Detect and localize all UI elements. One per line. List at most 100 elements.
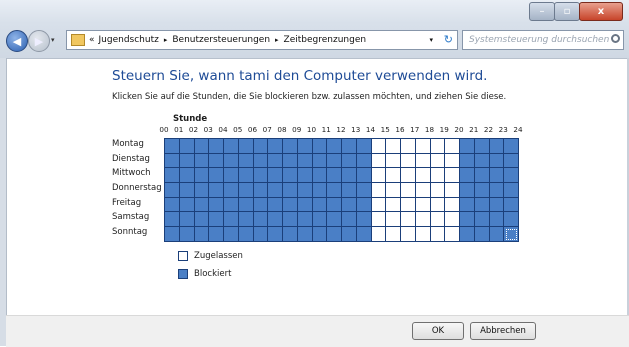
hour-cell[interactable]	[371, 139, 387, 154]
hour-cell[interactable]	[209, 168, 224, 184]
hour-cell[interactable]	[224, 168, 239, 184]
hour-cell[interactable]	[327, 227, 342, 242]
minimize-button[interactable]: –	[529, 2, 555, 21]
hour-cell[interactable]	[312, 139, 328, 154]
hour-cell[interactable]	[371, 212, 387, 228]
hour-cell[interactable]	[445, 227, 460, 242]
hour-cell[interactable]	[474, 168, 490, 184]
hour-cell[interactable]	[238, 153, 254, 169]
hour-cell[interactable]	[504, 168, 519, 184]
hour-cell[interactable]	[460, 183, 475, 198]
hour-cell[interactable]	[430, 153, 446, 169]
hour-cell[interactable]	[268, 139, 283, 154]
hour-cell[interactable]	[489, 168, 505, 184]
hour-cell[interactable]	[297, 212, 313, 228]
hour-cell[interactable]	[371, 227, 387, 242]
hour-cell[interactable]	[327, 153, 342, 169]
hour-cell[interactable]	[430, 227, 446, 242]
address-dropdown-icon[interactable]: ▾	[429, 36, 433, 44]
hour-cell[interactable]	[342, 197, 357, 213]
hour-cell[interactable]	[238, 183, 254, 198]
hour-cell[interactable]	[312, 168, 328, 184]
hour-cell[interactable]	[504, 212, 519, 228]
hour-cell[interactable]	[179, 168, 195, 184]
hour-cell[interactable]	[209, 139, 224, 154]
time-grid[interactable]	[164, 138, 519, 242]
hour-cell[interactable]	[224, 139, 239, 154]
forward-button[interactable]: ▶	[28, 30, 50, 52]
hour-cell[interactable]	[474, 153, 490, 169]
hour-cell[interactable]	[283, 153, 298, 169]
hour-cell[interactable]	[209, 227, 224, 242]
hour-cell[interactable]	[504, 153, 519, 169]
hour-cell[interactable]	[327, 212, 342, 228]
hour-cell[interactable]	[415, 212, 431, 228]
hour-cell[interactable]	[401, 153, 416, 169]
hour-cell[interactable]	[504, 227, 519, 242]
address-bar[interactable]: « Jugendschutz ▸ Benutzersteuerungen ▸ Z…	[66, 30, 458, 50]
hour-cell[interactable]	[504, 139, 519, 154]
hour-cell[interactable]	[268, 197, 283, 213]
hour-cell[interactable]	[297, 139, 313, 154]
hour-cell[interactable]	[371, 197, 387, 213]
hour-cell[interactable]	[474, 197, 490, 213]
hour-cell[interactable]	[238, 197, 254, 213]
hour-cell[interactable]	[415, 153, 431, 169]
hour-cell[interactable]	[430, 212, 446, 228]
hour-cell[interactable]	[342, 183, 357, 198]
hour-cell[interactable]	[238, 168, 254, 184]
hour-cell[interactable]	[445, 153, 460, 169]
hour-cell[interactable]	[474, 139, 490, 154]
hour-cell[interactable]	[460, 212, 475, 228]
hour-cell[interactable]	[283, 139, 298, 154]
hour-cell[interactable]	[238, 212, 254, 228]
hour-cell[interactable]	[489, 227, 505, 242]
hour-cell[interactable]	[415, 197, 431, 213]
hour-cell[interactable]	[312, 212, 328, 228]
hour-cell[interactable]	[179, 212, 195, 228]
hour-cell[interactable]	[489, 212, 505, 228]
breadcrumb-separator-icon[interactable]: ▸	[275, 36, 279, 44]
hour-cell[interactable]	[194, 139, 210, 154]
hour-cell[interactable]	[268, 227, 283, 242]
hour-cell[interactable]	[209, 212, 224, 228]
hour-cell[interactable]	[283, 183, 298, 198]
hour-cell[interactable]	[165, 153, 180, 169]
hour-cell[interactable]	[283, 168, 298, 184]
hour-cell[interactable]	[238, 139, 254, 154]
hour-cell[interactable]	[194, 168, 210, 184]
hour-cell[interactable]	[445, 212, 460, 228]
breadcrumb-separator-icon[interactable]: ▸	[164, 36, 168, 44]
hour-cell[interactable]	[253, 183, 269, 198]
hour-cell[interactable]	[253, 227, 269, 242]
hour-cell[interactable]	[342, 168, 357, 184]
hour-cell[interactable]	[371, 168, 387, 184]
hour-cell[interactable]	[460, 139, 475, 154]
hour-cell[interactable]	[386, 227, 401, 242]
hour-cell[interactable]	[386, 168, 401, 184]
hour-cell[interactable]	[283, 227, 298, 242]
hour-cell[interactable]	[356, 212, 372, 228]
hour-cell[interactable]	[327, 139, 342, 154]
hour-cell[interactable]	[224, 183, 239, 198]
hour-cell[interactable]	[268, 153, 283, 169]
hour-cell[interactable]	[445, 139, 460, 154]
hour-cell[interactable]	[194, 183, 210, 198]
hour-cell[interactable]	[342, 212, 357, 228]
hour-cell[interactable]	[386, 153, 401, 169]
hour-cell[interactable]	[253, 153, 269, 169]
hour-cell[interactable]	[327, 197, 342, 213]
hour-cell[interactable]	[253, 139, 269, 154]
hour-cell[interactable]	[342, 227, 357, 242]
hour-cell[interactable]	[415, 168, 431, 184]
hour-cell[interactable]	[179, 153, 195, 169]
hour-cell[interactable]	[194, 212, 210, 228]
hour-cell[interactable]	[238, 227, 254, 242]
hour-cell[interactable]	[371, 183, 387, 198]
hour-cell[interactable]	[386, 183, 401, 198]
hour-cell[interactable]	[460, 168, 475, 184]
hour-cell[interactable]	[312, 153, 328, 169]
hour-cell[interactable]	[401, 183, 416, 198]
hour-cell[interactable]	[209, 153, 224, 169]
hour-cell[interactable]	[356, 183, 372, 198]
